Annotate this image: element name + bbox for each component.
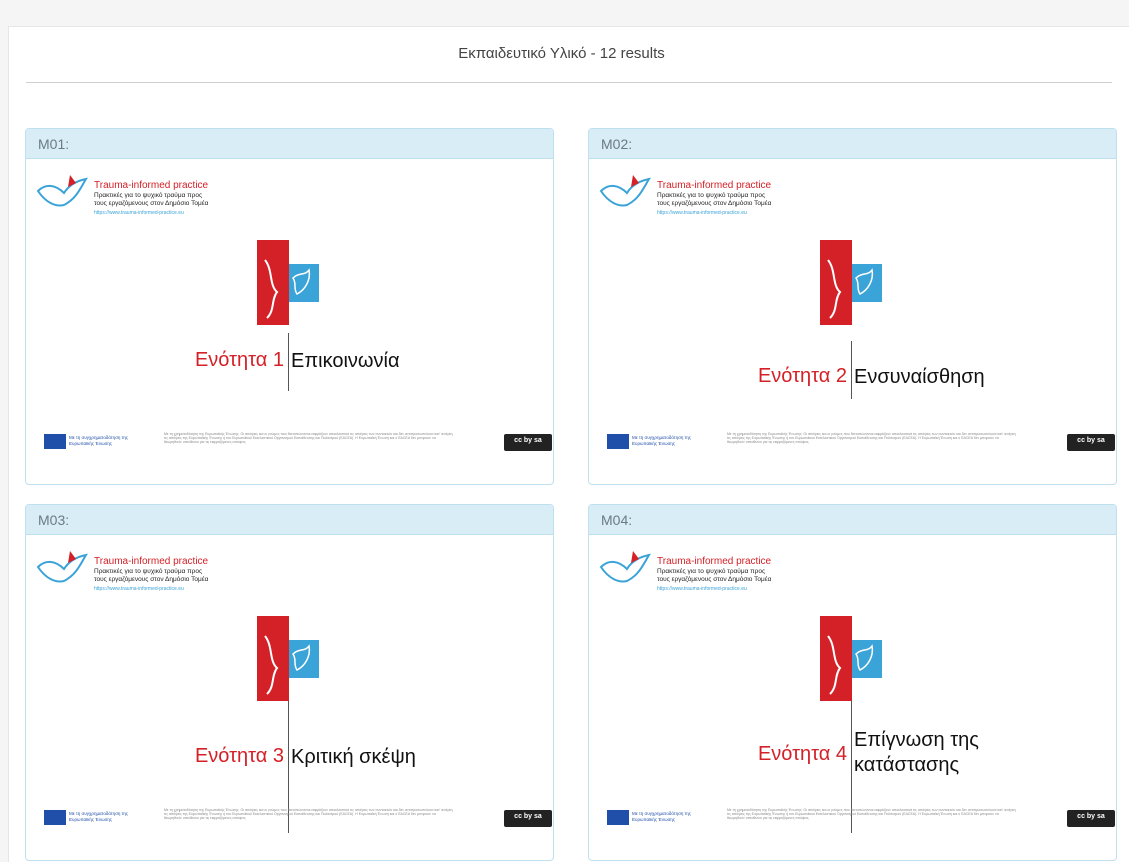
disclaimer-text: Με τη χρηματοδότηση της Ευρωπαϊκής Ένωση… — [727, 432, 1016, 445]
brand-subtitle: Πρακτικές για το ψυχικό τραύμα προς τους… — [657, 568, 772, 583]
brand-url: https://www.trauma-informed-practice.eu — [94, 586, 184, 592]
eu-flag-icon — [607, 810, 629, 825]
slide-footer: Με τη συγχρηματοδότηση της Ευρωπαϊκής Έν… — [607, 432, 1115, 458]
brand-block: Trauma-informed practice Πρακτικές για τ… — [36, 173, 251, 221]
slide-footer: Με τη συγχρηματοδότηση της Ευρωπαϊκής Έν… — [607, 808, 1115, 834]
module-card-m02[interactable]: M02: Trauma-informed practice Πρακτικές … — [588, 128, 1117, 485]
eu-funding-text: Με τη συγχρηματοδότηση της Ευρωπαϊκής Έν… — [69, 811, 129, 822]
unit-label: Ενότητα 4 — [757, 743, 847, 765]
brand-block: Trauma-informed practice Πρακτικές για τ… — [599, 549, 814, 597]
unit-label: Ενότητα 3 — [194, 745, 284, 767]
brand-subtitle: Πρακτικές για το ψυχικό τραύμα προς τους… — [657, 192, 772, 207]
card-title[interactable]: M01: — [26, 129, 553, 159]
unit-label: Ενότητα 1 — [194, 349, 284, 371]
cc-license-icon: cc by sa — [504, 810, 552, 827]
topic-label: Επικοινωνία — [291, 350, 400, 372]
cc-license-label: cc by sa — [1077, 437, 1105, 444]
module-thumbnail[interactable]: Trauma-informed practice Πρακτικές για τ… — [26, 535, 553, 860]
brand-title: Trauma-informed practice — [94, 556, 209, 567]
title-divider — [851, 341, 852, 399]
card-title[interactable]: M03: — [26, 505, 553, 535]
eu-flag-icon — [607, 434, 629, 449]
title-divider — [288, 333, 289, 391]
brand-url: https://www.trauma-informed-practice.eu — [657, 586, 747, 592]
topic-label: Επίγνωση της κατάστασης — [854, 729, 979, 776]
card-title[interactable]: M04: — [589, 505, 1116, 535]
cc-license-icon: cc by sa — [1067, 434, 1115, 451]
emblem-icon — [257, 240, 319, 325]
cc-license-icon: cc by sa — [1067, 810, 1115, 827]
dove-logo-icon — [36, 175, 89, 207]
cc-license-label: cc by sa — [1077, 813, 1105, 820]
topic-label: Κριτική σκέψη — [291, 746, 416, 768]
card-title[interactable]: M02: — [589, 129, 1116, 159]
dove-logo-icon — [599, 175, 652, 207]
topic-label: Ενσυναίσθηση — [854, 366, 985, 388]
eu-flag-icon — [44, 810, 66, 825]
module-card-m04[interactable]: M04: Trauma-informed practice Πρακτικές … — [588, 504, 1117, 861]
cc-license-label: cc by sa — [514, 437, 542, 444]
brand-title: Trauma-informed practice — [94, 180, 209, 191]
eu-funding-text: Με τη συγχρηματοδότηση της Ευρωπαϊκής Έν… — [632, 811, 692, 822]
eu-funding-text: Με τη συγχρηματοδότηση της Ευρωπαϊκής Έν… — [632, 435, 692, 446]
disclaimer-text: Με τη χρηματοδότηση της Ευρωπαϊκής Ένωση… — [164, 808, 453, 821]
module-card-m01[interactable]: M01: Trauma-informed practice Πρακτικές … — [25, 128, 554, 485]
module-thumbnail[interactable]: Trauma-informed practice Πρακτικές για τ… — [26, 159, 553, 484]
disclaimer-text: Με τη χρηματοδότηση της Ευρωπαϊκής Ένωση… — [164, 432, 453, 445]
brand-url: https://www.trauma-informed-practice.eu — [94, 210, 184, 216]
module-card-m03[interactable]: M03: Trauma-informed practice Πρακτικές … — [25, 504, 554, 861]
cc-license-label: cc by sa — [514, 813, 542, 820]
brand-subtitle: Πρακτικές για το ψυχικό τραύμα προς τους… — [94, 568, 209, 583]
emblem-icon — [820, 240, 882, 325]
emblem-icon — [257, 616, 319, 701]
brand-url: https://www.trauma-informed-practice.eu — [657, 210, 747, 216]
slide-footer: Με τη συγχρηματοδότηση της Ευρωπαϊκής Έν… — [44, 808, 552, 834]
cc-license-icon: cc by sa — [504, 434, 552, 451]
eu-flag-icon — [44, 434, 66, 449]
dove-logo-icon — [36, 551, 89, 583]
module-thumbnail[interactable]: Trauma-informed practice Πρακτικές για τ… — [589, 535, 1116, 860]
emblem-icon — [820, 616, 882, 701]
brand-block: Trauma-informed practice Πρακτικές για τ… — [599, 173, 814, 221]
brand-subtitle: Πρακτικές για το ψυχικό τραύμα προς τους… — [94, 192, 209, 207]
brand-title: Trauma-informed practice — [657, 180, 772, 191]
divider — [26, 82, 1112, 83]
unit-label: Ενότητα 2 — [757, 365, 847, 387]
eu-funding-text: Με τη συγχρηματοδότηση της Ευρωπαϊκής Έν… — [69, 435, 129, 446]
brand-title: Trauma-informed practice — [657, 556, 772, 567]
module-thumbnail[interactable]: Trauma-informed practice Πρακτικές για τ… — [589, 159, 1116, 484]
disclaimer-text: Με τη χρηματοδότηση της Ευρωπαϊκής Ένωση… — [727, 808, 1016, 821]
dove-logo-icon — [599, 551, 652, 583]
brand-block: Trauma-informed practice Πρακτικές για τ… — [36, 549, 251, 597]
slide-footer: Με τη συγχρηματοδότηση της Ευρωπαϊκής Έν… — [44, 432, 552, 458]
results-title: Εκπαιδευτικό Υλικό - 12 results — [458, 45, 665, 62]
